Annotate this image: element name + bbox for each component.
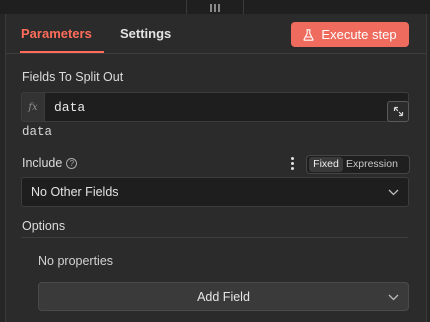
- include-select[interactable]: No Other Fields: [21, 177, 409, 207]
- fixed-expression-toggle: Fixed Expression: [306, 155, 410, 174]
- fx-icon: fx: [22, 93, 45, 121]
- add-field-button[interactable]: Add Field: [38, 282, 409, 311]
- chevron-down-icon: [388, 189, 399, 196]
- drag-handle-icon[interactable]: [209, 4, 221, 12]
- more-options-icon[interactable]: [289, 157, 295, 171]
- active-tab-indicator: [20, 51, 104, 53]
- expression-preview: data: [22, 125, 53, 139]
- toggle-expression[interactable]: Expression: [346, 156, 398, 173]
- fields-to-split-label: Fields To Split Out: [22, 70, 124, 84]
- include-label: Include: [22, 156, 63, 170]
- expand-icon: [393, 106, 403, 117]
- tab-settings[interactable]: Settings: [120, 26, 171, 41]
- include-label-row: Include?: [22, 156, 78, 170]
- node-parameters-panel: Parameters Settings Execute step Fields …: [5, 14, 427, 322]
- options-divider: [21, 237, 408, 238]
- execute-step-label: Execute step: [321, 27, 397, 42]
- tab-parameters[interactable]: Parameters: [21, 26, 92, 41]
- add-field-label: Add Field: [197, 290, 250, 304]
- execute-step-button[interactable]: Execute step: [291, 22, 409, 47]
- fields-to-split-input[interactable]: fx data: [21, 92, 409, 122]
- info-icon[interactable]: ?: [66, 158, 78, 169]
- top-strip-divider: [186, 0, 187, 14]
- options-label: Options: [22, 219, 66, 233]
- top-strip: [0, 0, 430, 14]
- flask-icon: [303, 28, 315, 41]
- fields-to-split-value: data: [54, 100, 86, 115]
- toggle-fixed[interactable]: Fixed: [309, 157, 343, 172]
- no-properties-text: No properties: [38, 254, 114, 268]
- chevron-down-icon: [388, 294, 399, 301]
- tab-bar: Parameters Settings Execute step: [6, 14, 426, 54]
- expand-editor-button[interactable]: [387, 101, 409, 122]
- top-strip-divider: [243, 0, 244, 14]
- include-selected-value: No Other Fields: [31, 185, 119, 199]
